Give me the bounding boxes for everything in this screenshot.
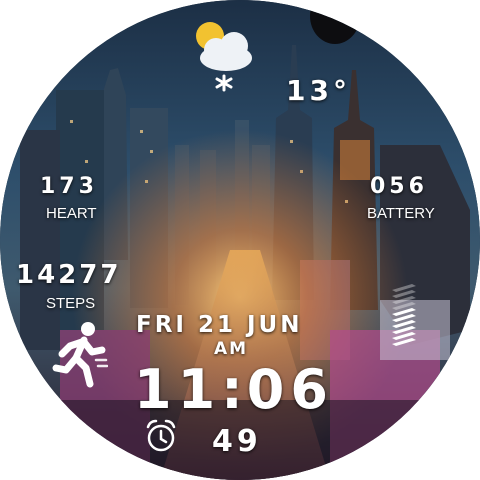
running-person-icon: [52, 322, 108, 388]
alarm-clock-icon[interactable]: [144, 418, 178, 454]
temperature: 13°: [286, 74, 351, 107]
heart-value: 173: [40, 174, 98, 199]
partly-cloudy-snow-icon: [196, 22, 252, 92]
watch-face: 13° 173 HEART 056 BATTERY 14277 STEPS FR…: [0, 0, 480, 480]
steps-value: 14277: [16, 260, 122, 290]
time-minutes: 06: [246, 358, 334, 421]
am-pm: AM: [214, 339, 249, 359]
time-colon: :: [221, 358, 247, 421]
battery-level-indicator: [392, 284, 416, 346]
heart-label: HEART: [46, 205, 97, 222]
date: FRI 21 JUN: [136, 312, 303, 338]
battery-value: 056: [370, 174, 428, 199]
time-hours: 11: [134, 358, 222, 421]
battery-label: BATTERY: [367, 205, 435, 222]
time-display: 11:06: [134, 358, 334, 421]
time-seconds: 49: [212, 424, 262, 459]
steps-label: STEPS: [46, 295, 96, 312]
